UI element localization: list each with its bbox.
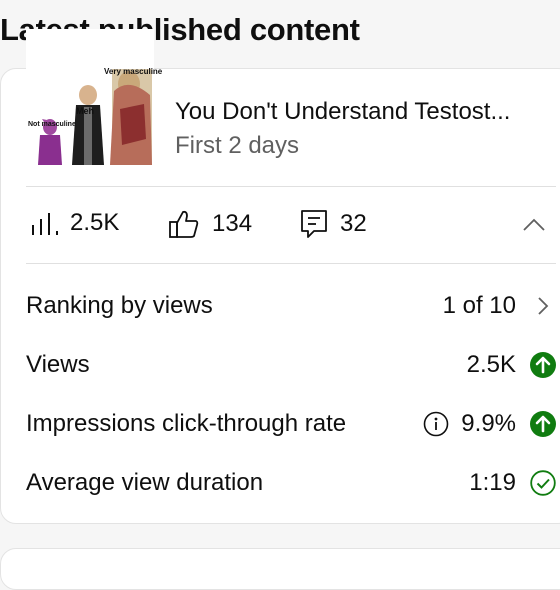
chevron-right-icon bbox=[530, 293, 556, 319]
likes-count: 134 bbox=[212, 210, 253, 237]
bar-chart-icon bbox=[32, 213, 58, 235]
metric-label: Impressions click-through rate bbox=[26, 410, 347, 437]
thumbs-up-icon bbox=[169, 210, 199, 238]
metric-value: 1:19 bbox=[469, 469, 516, 496]
views-stat: 2.5K bbox=[30, 209, 119, 237]
video-thumbnail[interactable] bbox=[26, 29, 154, 166]
metric-row-ctr[interactable]: Impressions click-through rate 9.9% bbox=[26, 406, 556, 442]
metric-label: Average view duration bbox=[26, 469, 264, 496]
chevron-up-icon bbox=[523, 218, 545, 231]
video-period: First 2 days bbox=[175, 132, 300, 159]
thumbnail-text-not-masculine: Not masculine bbox=[28, 121, 76, 128]
divider bbox=[26, 186, 556, 187]
thumbnail-text-meh: Meh bbox=[76, 106, 94, 116]
metric-value: 9.9% bbox=[461, 410, 516, 437]
next-content-card[interactable] bbox=[0, 548, 560, 590]
info-icon[interactable] bbox=[423, 411, 449, 437]
metric-row-views[interactable]: Views 2.5K bbox=[26, 347, 556, 383]
collapse-button[interactable] bbox=[522, 218, 546, 237]
metric-label: Views bbox=[26, 351, 90, 378]
thumbnail-text-very-masculine: Very masculine bbox=[104, 67, 163, 76]
views-count: 2.5K bbox=[70, 209, 120, 236]
green-up-arrow-icon bbox=[530, 411, 556, 437]
metric-value: 1 of 10 bbox=[442, 292, 516, 319]
comments-stat: 32 bbox=[300, 209, 367, 239]
divider bbox=[26, 263, 556, 264]
metric-row-avg-duration[interactable]: Average view duration 1:19 bbox=[26, 465, 556, 501]
metric-row-ranking[interactable]: Ranking by views 1 of 10 bbox=[26, 288, 556, 324]
check-circle-icon bbox=[530, 470, 556, 496]
metric-label: Ranking by views bbox=[26, 292, 213, 319]
comments-count: 32 bbox=[340, 210, 367, 237]
green-up-arrow-icon bbox=[530, 352, 556, 378]
likes-stat: 134 bbox=[168, 209, 252, 239]
comment-icon bbox=[301, 210, 327, 238]
video-title[interactable]: You Don't Understand Testost... bbox=[175, 98, 560, 126]
metric-value: 2.5K bbox=[466, 351, 516, 378]
